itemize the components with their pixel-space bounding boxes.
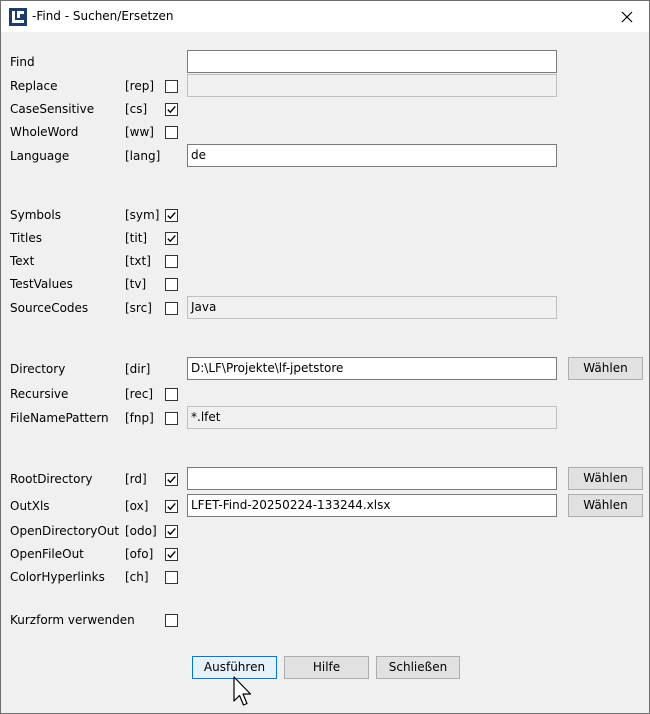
opendirectoryout-label: OpenDirectoryOut xyxy=(10,524,120,538)
checkmark-icon xyxy=(167,105,176,114)
openfileout-checkbox[interactable] xyxy=(165,548,178,561)
outxls-abbr: [ox] xyxy=(125,499,149,513)
testvalues-checkbox[interactable] xyxy=(165,278,178,291)
sourcecodes-input[interactable]: Java xyxy=(187,296,557,319)
text-label: Text xyxy=(10,254,35,268)
casesensitive-label: CaseSensitive xyxy=(10,102,95,116)
openfileout-abbr: [ofo] xyxy=(125,547,154,561)
sourcecodes-abbr: [src] xyxy=(125,301,152,315)
dialog-content: Find Replace [rep] CaseSensitive [cs] Wh… xyxy=(1,32,649,713)
checkmark-icon xyxy=(167,234,176,243)
app-logo-icon xyxy=(9,8,27,26)
testvalues-abbr: [tv] xyxy=(125,277,147,291)
window-close-button[interactable] xyxy=(605,1,649,32)
replace-abbr: [rep] xyxy=(125,79,155,93)
outxls-checkbox[interactable] xyxy=(165,500,178,513)
recursive-label: Recursive xyxy=(10,387,69,401)
title-bar: -Find - Suchen/Ersetzen xyxy=(1,1,649,32)
rootdirectory-checkbox[interactable] xyxy=(165,473,178,486)
wholeword-checkbox[interactable] xyxy=(165,126,178,139)
wholeword-abbr: [ww] xyxy=(125,125,154,139)
filenamepattern-input[interactable]: *.lfet xyxy=(187,406,557,429)
mouse-cursor-icon xyxy=(233,676,252,706)
filenamepattern-abbr: [fnp] xyxy=(125,411,154,425)
sourcecodes-label: SourceCodes xyxy=(10,301,89,315)
text-abbr: [txt] xyxy=(125,254,151,268)
replace-input[interactable] xyxy=(187,74,557,97)
close-icon xyxy=(621,11,633,22)
language-input[interactable]: de xyxy=(187,144,557,167)
checkmark-icon xyxy=(167,550,176,559)
checkmark-icon xyxy=(167,211,176,220)
checkmark-icon xyxy=(167,502,176,511)
titles-checkbox[interactable] xyxy=(165,232,178,245)
outxls-input[interactable]: LFET-Find-20250224-133244.xlsx xyxy=(187,494,557,517)
checkmark-icon xyxy=(167,527,176,536)
language-abbr: [lang] xyxy=(125,149,161,163)
directory-label: Directory xyxy=(10,362,66,376)
kurzform-label: Kurzform verwenden xyxy=(10,613,135,627)
colorhyperlinks-label: ColorHyperlinks xyxy=(10,570,105,584)
help-button[interactable]: Hilfe xyxy=(284,656,369,679)
close-button[interactable]: Schließen xyxy=(376,656,460,679)
rootdirectory-choose-button[interactable]: Wählen xyxy=(568,467,643,490)
symbols-abbr: [sym] xyxy=(125,208,160,222)
opendirectoryout-abbr: [odo] xyxy=(125,524,157,538)
text-checkbox[interactable] xyxy=(165,255,178,268)
casesensitive-abbr: [cs] xyxy=(125,102,148,116)
outxls-choose-button[interactable]: Wählen xyxy=(568,494,643,517)
kurzform-checkbox[interactable] xyxy=(165,614,178,627)
replace-checkbox[interactable] xyxy=(165,80,178,93)
outxls-label: OutXls xyxy=(10,499,50,513)
symbols-label: Symbols xyxy=(10,208,61,222)
window-title: -Find - Suchen/Ersetzen xyxy=(32,9,174,23)
casesensitive-checkbox[interactable] xyxy=(165,103,178,116)
checkmark-icon xyxy=(167,475,176,484)
colorhyperlinks-checkbox[interactable] xyxy=(165,571,178,584)
filenamepattern-label: FileNamePattern xyxy=(10,411,109,425)
language-label: Language xyxy=(10,149,70,163)
titles-abbr: [tit] xyxy=(125,231,148,245)
replace-label: Replace xyxy=(10,79,58,93)
sourcecodes-checkbox[interactable] xyxy=(165,302,178,315)
recursive-checkbox[interactable] xyxy=(165,388,178,401)
rootdirectory-label: RootDirectory xyxy=(10,472,93,486)
directory-input[interactable]: D:\LF\Projekte\lf-jpetstore xyxy=(187,357,557,380)
testvalues-label: TestValues xyxy=(10,277,73,291)
recursive-abbr: [rec] xyxy=(125,387,154,401)
directory-abbr: [dir] xyxy=(125,362,151,376)
find-dialog: -Find - Suchen/Ersetzen Find Replace [re… xyxy=(0,0,650,714)
colorhyperlinks-abbr: [ch] xyxy=(125,570,149,584)
find-label: Find xyxy=(10,55,35,69)
titles-label: Titles xyxy=(10,231,42,245)
opendirectoryout-checkbox[interactable] xyxy=(165,525,178,538)
openfileout-label: OpenFileOut xyxy=(10,547,84,561)
find-input[interactable] xyxy=(187,50,557,73)
symbols-checkbox[interactable] xyxy=(165,209,178,222)
directory-choose-button[interactable]: Wählen xyxy=(568,357,643,380)
rootdirectory-abbr: [rd] xyxy=(125,472,147,486)
rootdirectory-input[interactable] xyxy=(187,467,557,490)
wholeword-label: WholeWord xyxy=(10,125,79,139)
filenamepattern-checkbox[interactable] xyxy=(165,412,178,425)
